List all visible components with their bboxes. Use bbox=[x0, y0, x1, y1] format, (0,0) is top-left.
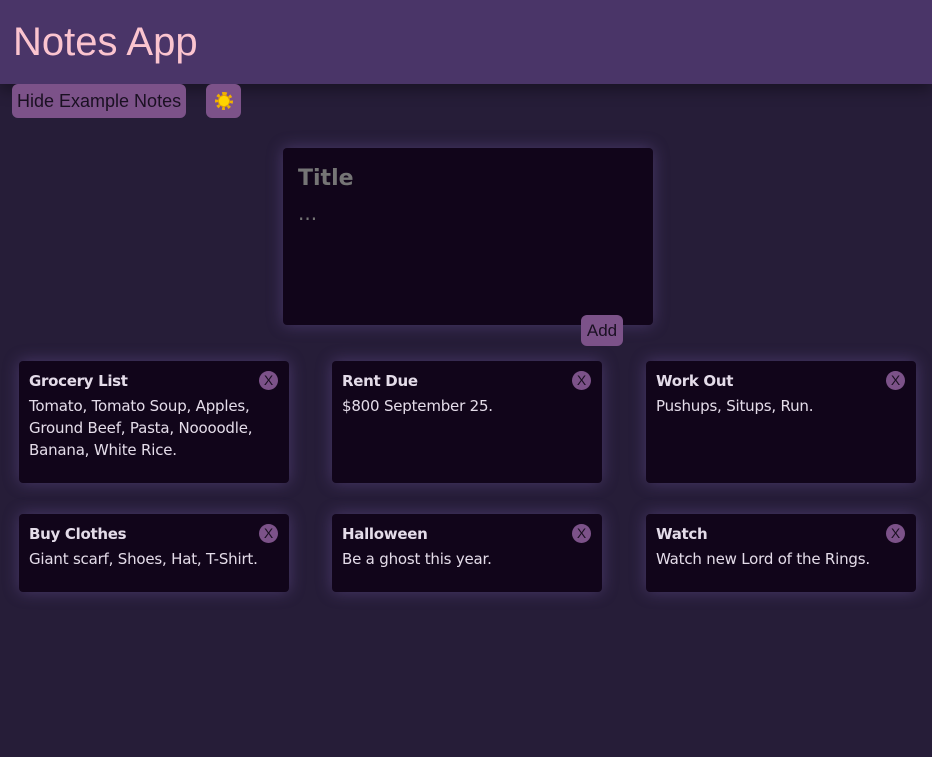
note-title: Watch bbox=[656, 525, 708, 543]
delete-note-button[interactable]: X bbox=[259, 371, 278, 390]
theme-toggle-button[interactable] bbox=[206, 84, 242, 118]
note-title: Halloween bbox=[342, 525, 428, 543]
note-title: Work Out bbox=[656, 372, 734, 390]
note-composer bbox=[283, 148, 653, 325]
note-card: Halloween Be a ghost this year. X bbox=[332, 514, 602, 592]
app-header: Notes App bbox=[0, 0, 932, 84]
delete-note-button[interactable]: X bbox=[886, 524, 905, 543]
note-card: Buy Clothes Giant scarf, Shoes, Hat, T-S… bbox=[19, 514, 289, 592]
note-body: Giant scarf, Shoes, Hat, T-Shirt. bbox=[29, 550, 258, 568]
note-title: Grocery List bbox=[29, 372, 128, 390]
delete-note-button[interactable]: X bbox=[572, 524, 591, 543]
add-note-button[interactable]: Add bbox=[581, 315, 623, 346]
note-body: Pushups, Situps, Run. bbox=[656, 397, 814, 415]
note-body-input[interactable] bbox=[298, 201, 638, 311]
note-body: Tomato, Tomato Soup, Apples, Ground Beef… bbox=[29, 397, 253, 459]
hide-example-notes-button[interactable]: Hide Example Notes bbox=[12, 84, 187, 118]
note-body: $800 September 25. bbox=[342, 397, 493, 415]
note-card: Rent Due $800 September 25. X bbox=[332, 361, 602, 483]
sun-icon bbox=[214, 92, 233, 110]
note-card: Grocery List Tomato, Tomato Soup, Apples… bbox=[19, 361, 289, 483]
note-title: Buy Clothes bbox=[29, 525, 127, 543]
note-title: Rent Due bbox=[342, 372, 418, 390]
note-card: Work Out Pushups, Situps, Run. X bbox=[646, 361, 916, 483]
note-body: Be a ghost this year. bbox=[342, 550, 492, 568]
delete-note-button[interactable]: X bbox=[572, 371, 591, 390]
toolbar: Hide Example Notes bbox=[12, 84, 242, 118]
app-title: Notes App bbox=[13, 20, 198, 64]
delete-note-button[interactable]: X bbox=[259, 524, 278, 543]
note-title-input[interactable] bbox=[298, 166, 638, 191]
delete-note-button[interactable]: X bbox=[886, 371, 905, 390]
note-body: Watch new Lord of the Rings. bbox=[656, 550, 870, 568]
note-card: Watch Watch new Lord of the Rings. X bbox=[646, 514, 916, 592]
